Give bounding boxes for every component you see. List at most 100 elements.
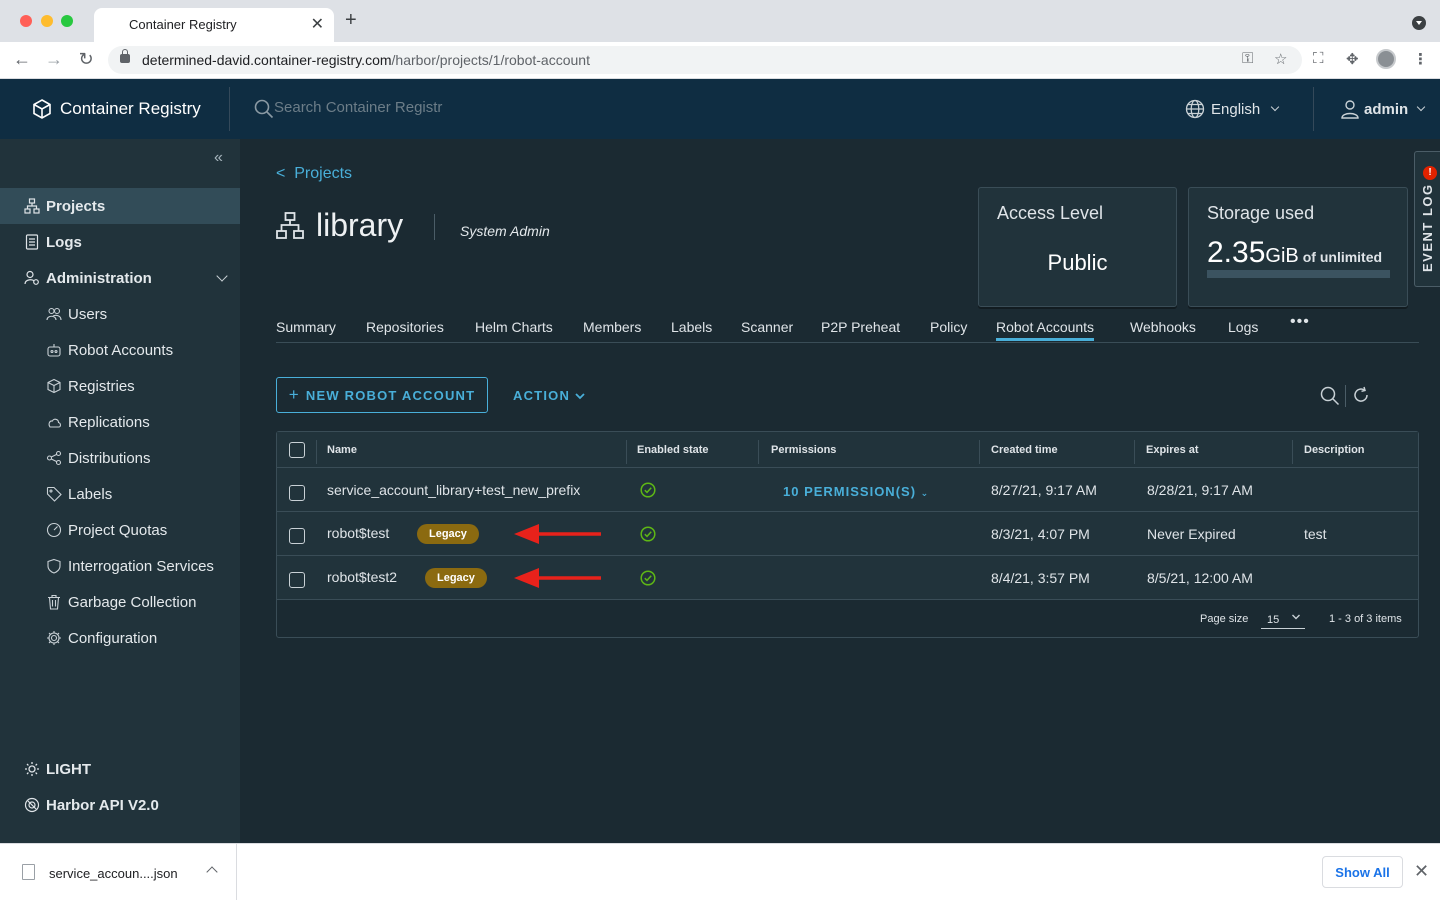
page-size-select[interactable]: 15	[1261, 609, 1305, 629]
user-icon	[1341, 100, 1359, 119]
table-row[interactable]: robot$test2 Legacy 8/4/21, 3:57 PM 8/5/2…	[277, 556, 1418, 600]
language-selector[interactable]: English	[1185, 99, 1280, 119]
tab-webhooks[interactable]: Webhooks	[1130, 319, 1196, 341]
tab-p2p-preheat[interactable]: P2P Preheat	[821, 319, 900, 341]
profile-avatar[interactable]	[1376, 49, 1396, 69]
select-all-checkbox[interactable]	[289, 442, 305, 458]
sun-icon	[25, 762, 39, 776]
key-icon[interactable]: ⚿	[1242, 50, 1253, 67]
sidebar-item-label: Administration	[46, 270, 152, 287]
minimize-window-button[interactable]	[41, 15, 53, 27]
column-header-permissions[interactable]: Permissions	[771, 444, 836, 456]
sidebar-item-label: Replications	[68, 414, 150, 431]
browser-tab[interactable]: Container Registry ✕	[94, 8, 334, 42]
sidebar-item-replications[interactable]: Replications	[0, 404, 240, 440]
sidebar-item-robot-accounts[interactable]: Robot Accounts	[0, 332, 240, 368]
chevron-up-icon[interactable]	[206, 866, 218, 878]
sidebar-item-label: Users	[68, 306, 108, 323]
tab-scanner[interactable]: Scanner	[741, 319, 793, 341]
sidebar-item-interrogation-services[interactable]: Interrogation Services	[0, 548, 240, 584]
divider	[1345, 385, 1346, 407]
table-row[interactable]: robot$test Legacy 8/3/21, 4:07 PM Never …	[277, 512, 1418, 556]
row-checkbox[interactable]	[289, 572, 305, 588]
harbor-api-link[interactable]: Harbor API V2.0	[0, 787, 240, 823]
reload-icon[interactable]: ↻	[75, 48, 97, 70]
column-header-enabled-state[interactable]: Enabled state	[637, 444, 709, 456]
tab-summary[interactable]: Summary	[276, 319, 336, 341]
expires-at: Never Expired	[1147, 526, 1236, 542]
new-robot-account-button[interactable]: + NEW ROBOT ACCOUNT	[276, 377, 488, 413]
close-tab-icon[interactable]: ✕	[311, 14, 324, 34]
sidebar-item-distributions[interactable]: Distributions	[0, 440, 240, 476]
back-to-projects-link[interactable]: < Projects	[276, 165, 352, 183]
sidebar-item-label: Interrogation Services	[68, 558, 214, 575]
event-log-toggle[interactable]: ! EVENT LOG	[1414, 151, 1440, 287]
column-header-description[interactable]: Description	[1304, 444, 1365, 456]
column-header-expires-at[interactable]: Expires at	[1146, 444, 1199, 456]
address-bar[interactable]: determined-david.container-registry.com/…	[108, 46, 1302, 74]
sidebar-item-logs[interactable]: Logs	[0, 224, 240, 260]
project-role: System Admin	[460, 223, 550, 239]
show-all-button[interactable]: Show All	[1322, 856, 1403, 888]
pagination-summary: 1 - 3 of 3 items	[1329, 613, 1402, 625]
row-checkbox[interactable]	[289, 485, 305, 501]
column-header-name[interactable]: Name	[327, 444, 357, 456]
tab-repositories[interactable]: Repositories	[366, 319, 444, 341]
tab-helm-charts[interactable]: Helm Charts	[475, 319, 553, 341]
sidebar-item-administration[interactable]: Administration	[0, 260, 240, 296]
tab-members[interactable]: Members	[583, 319, 641, 341]
back-arrow-icon[interactable]: ←	[11, 48, 33, 70]
sidebar-item-garbage-collection[interactable]: Garbage Collection	[0, 584, 240, 620]
bookmark-star-icon[interactable]: ☆	[1274, 50, 1287, 68]
sidebar-item-registries[interactable]: Registries	[0, 368, 240, 404]
permissions-dropdown[interactable]: 10 PERMISSION(S) ⌄	[783, 484, 929, 499]
extensions-icon[interactable]: ✥	[1346, 50, 1359, 68]
close-window-button[interactable]	[20, 15, 32, 27]
divider	[434, 214, 435, 240]
chevron-down-icon	[1416, 102, 1426, 112]
tab-policy[interactable]: Policy	[930, 319, 967, 341]
screen-capture-icon[interactable]: ⛶	[1313, 50, 1324, 67]
tab-robot-accounts[interactable]: Robot Accounts	[996, 319, 1095, 341]
column-header-created-time[interactable]: Created time	[991, 444, 1058, 456]
new-tab-icon[interactable]: +	[345, 10, 357, 30]
tab-search-icon[interactable]	[1412, 16, 1426, 30]
action-dropdown[interactable]: ACTION	[513, 388, 586, 403]
sidebar-item-users[interactable]: Users	[0, 296, 240, 332]
column-separator	[1292, 440, 1293, 464]
enabled-check-icon	[640, 482, 656, 498]
user-menu[interactable]: admin	[1340, 99, 1426, 119]
sidebar-item-label: Labels	[68, 486, 113, 503]
sidebar-item-projects[interactable]: Projects	[0, 188, 240, 224]
forward-arrow-icon[interactable]: →	[43, 48, 65, 70]
expires-at: 8/5/21, 12:00 AM	[1147, 570, 1253, 586]
sidebar-item-labels[interactable]: Labels	[0, 476, 240, 512]
column-separator	[626, 440, 627, 464]
storage-used-value: 2.35GiB of unlimited	[1207, 236, 1383, 269]
browser-menu-icon[interactable]: ⋮	[1413, 50, 1428, 68]
refresh-icon[interactable]	[1352, 386, 1370, 404]
download-item[interactable]: service_accoun....json	[0, 844, 237, 900]
header-divider	[1313, 87, 1314, 131]
tag-icon	[46, 486, 62, 502]
chevron-down-icon	[1270, 102, 1280, 112]
sidebar-item-project-quotas[interactable]: Project Quotas	[0, 512, 240, 548]
theme-toggle[interactable]: LIGHT	[0, 751, 240, 787]
tab-labels[interactable]: Labels	[671, 319, 712, 341]
more-tabs-icon[interactable]: •••	[1290, 313, 1310, 331]
chevron-down-icon	[1292, 614, 1300, 620]
user-name: admin	[1364, 100, 1409, 118]
trash-icon	[48, 594, 60, 610]
sidebar-item-configuration[interactable]: Configuration	[0, 620, 240, 656]
tab-logs[interactable]: Logs	[1228, 319, 1258, 341]
table-row[interactable]: service_account_library+test_new_prefix …	[277, 468, 1418, 512]
global-search-input[interactable]	[274, 99, 494, 116]
download-file-name: service_accoun....json	[49, 866, 178, 881]
brand-title[interactable]: Container Registry	[60, 99, 201, 119]
row-checkbox[interactable]	[289, 528, 305, 544]
close-icon[interactable]: ✕	[1414, 861, 1429, 882]
maximize-window-button[interactable]	[61, 15, 73, 27]
collapse-sidebar-icon[interactable]: «	[214, 149, 223, 167]
access-level-title: Access Level	[997, 203, 1104, 223]
search-icon[interactable]	[1320, 386, 1340, 406]
